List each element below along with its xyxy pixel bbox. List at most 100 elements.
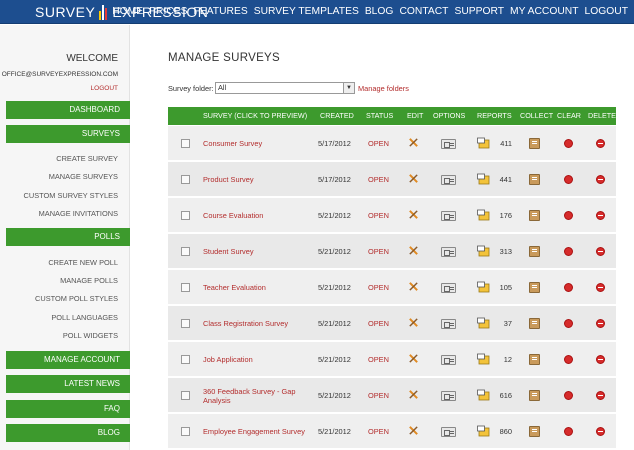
clear-icon[interactable] bbox=[564, 391, 573, 400]
row-checkbox[interactable] bbox=[181, 175, 190, 184]
options-icon[interactable] bbox=[441, 211, 456, 221]
options-icon[interactable] bbox=[441, 247, 456, 257]
delete-icon[interactable] bbox=[596, 391, 605, 400]
sidebar-surveys-button[interactable]: SURVEYS bbox=[6, 125, 130, 143]
delete-icon[interactable] bbox=[596, 211, 605, 220]
clear-icon[interactable] bbox=[564, 283, 573, 292]
status-link[interactable]: OPEN bbox=[368, 342, 389, 377]
row-checkbox[interactable] bbox=[181, 247, 190, 256]
options-icon[interactable] bbox=[441, 319, 456, 329]
nav-logout[interactable]: LOGOUT bbox=[585, 6, 628, 17]
delete-icon[interactable] bbox=[596, 139, 605, 148]
edit-icon[interactable] bbox=[408, 353, 419, 364]
sidebar-create-survey[interactable]: CREATE SURVEY bbox=[56, 154, 118, 163]
status-link[interactable]: OPEN bbox=[368, 306, 389, 341]
survey-name-link[interactable]: Product Survey bbox=[203, 162, 313, 197]
options-icon[interactable] bbox=[441, 175, 456, 185]
edit-icon[interactable] bbox=[408, 209, 419, 220]
nav-features[interactable]: FEATURES bbox=[194, 6, 248, 17]
reports-icon[interactable] bbox=[477, 425, 490, 437]
sidebar-manage-account-button[interactable]: MANAGE ACCOUNT bbox=[6, 351, 130, 369]
survey-name-link[interactable]: Class Registration Survey bbox=[203, 306, 313, 341]
sidebar-poll-languages[interactable]: POLL LANGUAGES bbox=[51, 313, 118, 322]
sidebar-manage-polls[interactable]: MANAGE POLLS bbox=[60, 276, 118, 285]
nav-contact[interactable]: CONTACT bbox=[399, 6, 448, 17]
collect-icon[interactable] bbox=[529, 426, 540, 437]
collect-icon[interactable] bbox=[529, 354, 540, 365]
options-icon[interactable] bbox=[441, 139, 456, 149]
row-checkbox[interactable] bbox=[181, 211, 190, 220]
edit-icon[interactable] bbox=[408, 317, 419, 328]
delete-icon[interactable] bbox=[596, 355, 605, 364]
collect-icon[interactable] bbox=[529, 174, 540, 185]
survey-folder-select[interactable]: All ▼ bbox=[215, 82, 355, 94]
clear-icon[interactable] bbox=[564, 175, 573, 184]
nav-home[interactable]: HOME bbox=[112, 6, 143, 17]
delete-icon[interactable] bbox=[596, 175, 605, 184]
manage-folders-link[interactable]: Manage folders bbox=[358, 84, 409, 93]
sidebar-manage-surveys[interactable]: MANAGE SURVEYS bbox=[49, 172, 118, 181]
options-icon[interactable] bbox=[441, 283, 456, 293]
sidebar-manage-invitations[interactable]: MANAGE INVITATIONS bbox=[39, 209, 118, 218]
reports-icon[interactable] bbox=[477, 137, 490, 149]
survey-name-link[interactable]: Teacher Evaluation bbox=[203, 270, 313, 305]
clear-icon[interactable] bbox=[564, 211, 573, 220]
row-checkbox[interactable] bbox=[181, 283, 190, 292]
edit-icon[interactable] bbox=[408, 389, 419, 400]
collect-icon[interactable] bbox=[529, 390, 540, 401]
edit-icon[interactable] bbox=[408, 425, 419, 436]
sidebar-latest-news-button[interactable]: LATEST NEWS bbox=[6, 375, 130, 393]
sidebar-faq-button[interactable]: FAQ bbox=[6, 400, 130, 418]
sidebar-logout-link[interactable]: LOGOUT bbox=[91, 85, 118, 92]
edit-icon[interactable] bbox=[408, 245, 419, 256]
reports-icon[interactable] bbox=[477, 281, 490, 293]
survey-name-link[interactable]: Consumer Survey bbox=[203, 126, 313, 161]
clear-icon[interactable] bbox=[564, 319, 573, 328]
options-icon[interactable] bbox=[441, 427, 456, 437]
status-link[interactable]: OPEN bbox=[368, 270, 389, 305]
row-checkbox[interactable] bbox=[181, 139, 190, 148]
sidebar-custom-survey-styles[interactable]: CUSTOM SURVEY STYLES bbox=[24, 191, 118, 200]
nav-prices[interactable]: PRICES bbox=[149, 6, 187, 17]
options-icon[interactable] bbox=[441, 355, 456, 365]
sidebar-dashboard-button[interactable]: DASHBOARD bbox=[6, 101, 130, 119]
edit-icon[interactable] bbox=[408, 281, 419, 292]
collect-icon[interactable] bbox=[529, 318, 540, 329]
clear-icon[interactable] bbox=[564, 355, 573, 364]
survey-name-link[interactable]: Job Application bbox=[203, 342, 313, 377]
nav-survey-templates[interactable]: SURVEY TEMPLATES bbox=[254, 6, 359, 17]
sidebar-polls-button[interactable]: POLLS bbox=[6, 228, 130, 246]
nav-my-account[interactable]: MY ACCOUNT bbox=[510, 6, 578, 17]
status-link[interactable]: OPEN bbox=[368, 198, 389, 233]
status-link[interactable]: OPEN bbox=[368, 126, 389, 161]
row-checkbox[interactable] bbox=[181, 355, 190, 364]
reports-icon[interactable] bbox=[477, 245, 490, 257]
options-icon[interactable] bbox=[441, 391, 456, 401]
reports-icon[interactable] bbox=[477, 209, 490, 221]
collect-icon[interactable] bbox=[529, 282, 540, 293]
survey-name-link[interactable]: Student Survey bbox=[203, 234, 313, 269]
sidebar-poll-widgets[interactable]: POLL WIDGETS bbox=[63, 331, 118, 340]
collect-icon[interactable] bbox=[529, 246, 540, 257]
sidebar-custom-poll-styles[interactable]: CUSTOM POLL STYLES bbox=[35, 294, 118, 303]
reports-icon[interactable] bbox=[477, 389, 490, 401]
reports-icon[interactable] bbox=[477, 317, 490, 329]
reports-icon[interactable] bbox=[477, 173, 490, 185]
survey-name-link[interactable]: Course Evaluation bbox=[203, 198, 313, 233]
status-link[interactable]: OPEN bbox=[368, 378, 389, 413]
clear-icon[interactable] bbox=[564, 427, 573, 436]
clear-icon[interactable] bbox=[564, 139, 573, 148]
reports-icon[interactable] bbox=[477, 353, 490, 365]
nav-support[interactable]: SUPPORT bbox=[454, 6, 504, 17]
row-checkbox[interactable] bbox=[181, 427, 190, 436]
sidebar-blog-button[interactable]: BLOG bbox=[6, 424, 130, 442]
row-checkbox[interactable] bbox=[181, 391, 190, 400]
status-link[interactable]: OPEN bbox=[368, 414, 389, 449]
edit-icon[interactable] bbox=[408, 173, 419, 184]
delete-icon[interactable] bbox=[596, 283, 605, 292]
edit-icon[interactable] bbox=[408, 137, 419, 148]
collect-icon[interactable] bbox=[529, 210, 540, 221]
delete-icon[interactable] bbox=[596, 427, 605, 436]
status-link[interactable]: OPEN bbox=[368, 234, 389, 269]
nav-blog[interactable]: BLOG bbox=[365, 6, 394, 17]
